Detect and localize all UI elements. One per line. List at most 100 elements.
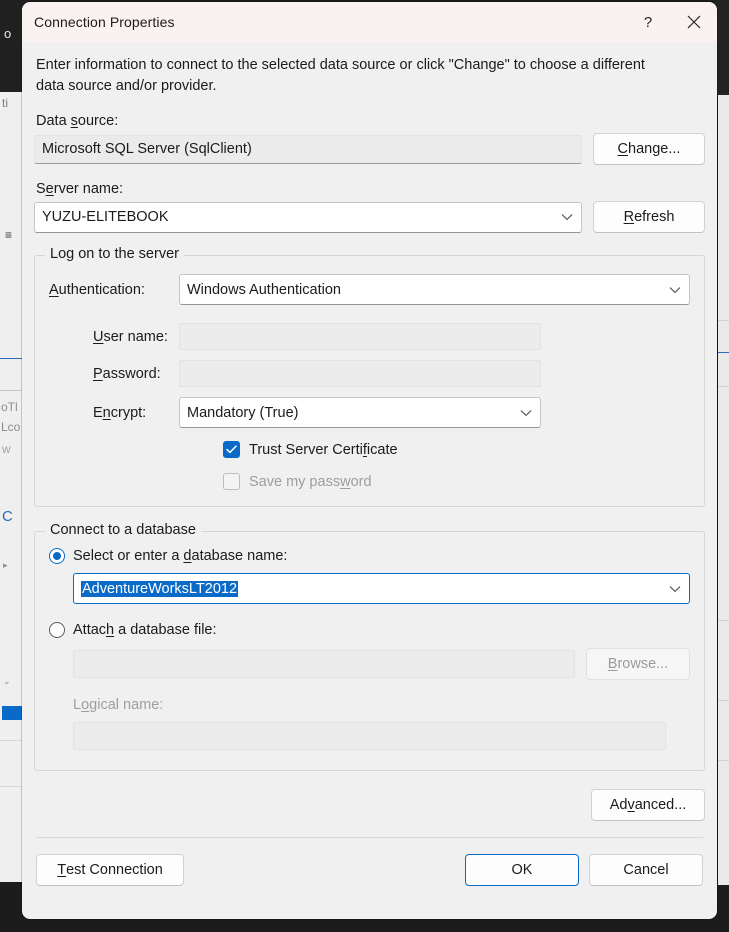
logical-name-label: Logical name:	[73, 696, 690, 714]
encrypt-label-accel: n	[102, 404, 111, 421]
background-glyph-lco: Lco	[1, 420, 21, 434]
server-name-row: YUZU-ELITEBOOK Refresh	[34, 201, 705, 234]
footer-right-buttons: OK Cancel	[465, 854, 703, 887]
tsc-label-pre: Trust Server Certi	[249, 441, 363, 458]
background-glyph-chevron: ⌄	[3, 676, 11, 686]
data-source-value: Microsoft SQL Server (SqlClient)	[34, 134, 582, 164]
background-right-rule-1	[718, 320, 729, 321]
encrypt-label: Encrypt:	[49, 405, 179, 421]
background-glyph-c: C	[2, 508, 13, 525]
chevron-down-icon	[669, 286, 681, 294]
test-connection-post: est Connection	[66, 862, 163, 879]
authentication-combobox[interactable]: Windows Authentication	[179, 274, 690, 306]
dialog-body: Enter information to connect to the sele…	[22, 55, 717, 887]
encrypt-combobox[interactable]: Mandatory (True)	[179, 397, 541, 429]
select-database-label: Select or enter a database name:	[73, 548, 287, 564]
encrypt-label-post: crypt:	[110, 404, 147, 421]
refresh-button-post: efresh	[634, 209, 675, 226]
trust-server-certificate-label: Trust Server Certificate	[249, 442, 398, 458]
chevron-down-icon	[520, 409, 532, 417]
close-icon[interactable]	[671, 2, 717, 42]
ok-button[interactable]: OK	[465, 854, 579, 887]
logical-name-input	[73, 722, 666, 751]
logical-label-pre: L	[73, 697, 82, 714]
database-name-row: AdventureWorksLT2012	[73, 573, 690, 605]
server-name-label-accel: e	[45, 181, 54, 198]
save-my-password-checkbox	[223, 473, 240, 491]
logon-group-legend: Log on to the server	[45, 246, 184, 263]
database-group: Connect to a database Select or enter a …	[34, 522, 705, 772]
server-name-label-post: rver name:	[53, 181, 124, 198]
authentication-label-accel: A	[49, 281, 59, 298]
password-label-post: assword:	[102, 365, 161, 382]
attach-label-accel: h	[106, 622, 115, 639]
background-right-rule-6	[718, 760, 729, 761]
user-name-row: User name:	[49, 323, 690, 351]
background-glyph-o: o	[4, 26, 12, 41]
select-database-radio[interactable]	[49, 548, 65, 565]
database-group-content: Select or enter a database name: Adventu…	[49, 532, 690, 751]
background-right-dark	[715, 0, 729, 95]
encrypt-row: Encrypt: Mandatory (True)	[49, 397, 690, 429]
cancel-button[interactable]: Cancel	[589, 854, 703, 887]
trust-server-certificate-checkbox[interactable]	[223, 441, 240, 459]
background-right-rule-5	[718, 700, 729, 701]
user-name-input[interactable]	[179, 323, 541, 351]
browse-button-accel: B	[607, 656, 618, 673]
smp-label-pre: Save my pass	[249, 473, 341, 490]
advanced-button-post: anced...	[634, 797, 687, 814]
advanced-button-accel: v	[627, 797, 635, 814]
database-name-value-wrapper: AdventureWorksLT2012	[81, 580, 663, 597]
attach-file-radio[interactable]	[49, 622, 65, 639]
attach-file-label: Attach a database file:	[73, 622, 217, 638]
attach-label-post: a database file:	[114, 622, 217, 639]
authentication-row: Authentication: Windows Authentication	[49, 274, 690, 306]
server-name-label: Server name:	[36, 181, 705, 197]
refresh-button-accel: R	[623, 209, 635, 226]
save-my-password-label: Save my password	[249, 474, 372, 490]
password-input[interactable]	[179, 360, 541, 388]
encrypt-value: Mandatory (True)	[187, 404, 299, 421]
seldb-label-pre: Select or enter a	[73, 548, 184, 565]
background-glyph-oth: oTl	[1, 400, 18, 414]
select-database-radio-row[interactable]: Select or enter a database name:	[49, 548, 690, 565]
trust-server-certificate-row[interactable]: Trust Server Certificate	[223, 441, 690, 459]
advanced-button[interactable]: Ad v anced...	[591, 789, 705, 822]
data-source-label-post: ource:	[77, 113, 119, 130]
attach-file-radio-row[interactable]: Attach a database file:	[49, 622, 690, 639]
password-label-accel: P	[93, 365, 103, 382]
intro-text: Enter information to connect to the sele…	[36, 57, 645, 95]
data-source-row: Microsoft SQL Server (SqlClient) Change.…	[34, 133, 705, 166]
advanced-button-pre: Ad	[609, 797, 628, 814]
attach-file-row: Browse...	[73, 648, 690, 681]
logon-group-content: Authentication: Windows Authentication U…	[49, 256, 690, 491]
radio-dot	[53, 552, 61, 561]
data-source-label-accel: s	[70, 113, 78, 130]
logical-label-accel: o	[81, 697, 90, 714]
browse-button-post: rowse...	[617, 656, 669, 673]
background-glyph-ti: ti	[2, 96, 8, 110]
server-name-label-pre: S	[36, 181, 46, 198]
chevron-down-icon	[561, 213, 573, 221]
background-right-rule-2	[718, 352, 729, 353]
advanced-row: Ad v anced...	[34, 789, 705, 822]
test-connection-button[interactable]: Test Connection	[36, 854, 184, 887]
background-selected-row	[2, 706, 24, 720]
background-glyph-lines: ≡	[5, 228, 13, 242]
smp-label-accel: w	[340, 473, 351, 490]
database-name-combobox[interactable]: AdventureWorksLT2012	[73, 573, 690, 605]
footer-divider	[36, 837, 703, 839]
refresh-button[interactable]: Refresh	[593, 201, 705, 234]
save-my-password-row: Save my password	[223, 473, 690, 491]
help-icon[interactable]: ?	[625, 2, 671, 42]
data-source-label: Data source:	[36, 113, 705, 129]
browse-button: Browse...	[586, 648, 690, 681]
background-right-rule-4	[718, 620, 729, 621]
background-right-rule-3	[718, 386, 729, 387]
server-name-combobox[interactable]: YUZU-ELITEBOOK	[34, 201, 582, 233]
user-name-label: User name:	[49, 329, 179, 345]
dialog-titlebar: Connection Properties ?	[22, 2, 717, 42]
change-button[interactable]: Change...	[593, 133, 705, 166]
user-name-label-post: ser name:	[103, 328, 168, 345]
database-group-legend: Connect to a database	[45, 522, 201, 539]
